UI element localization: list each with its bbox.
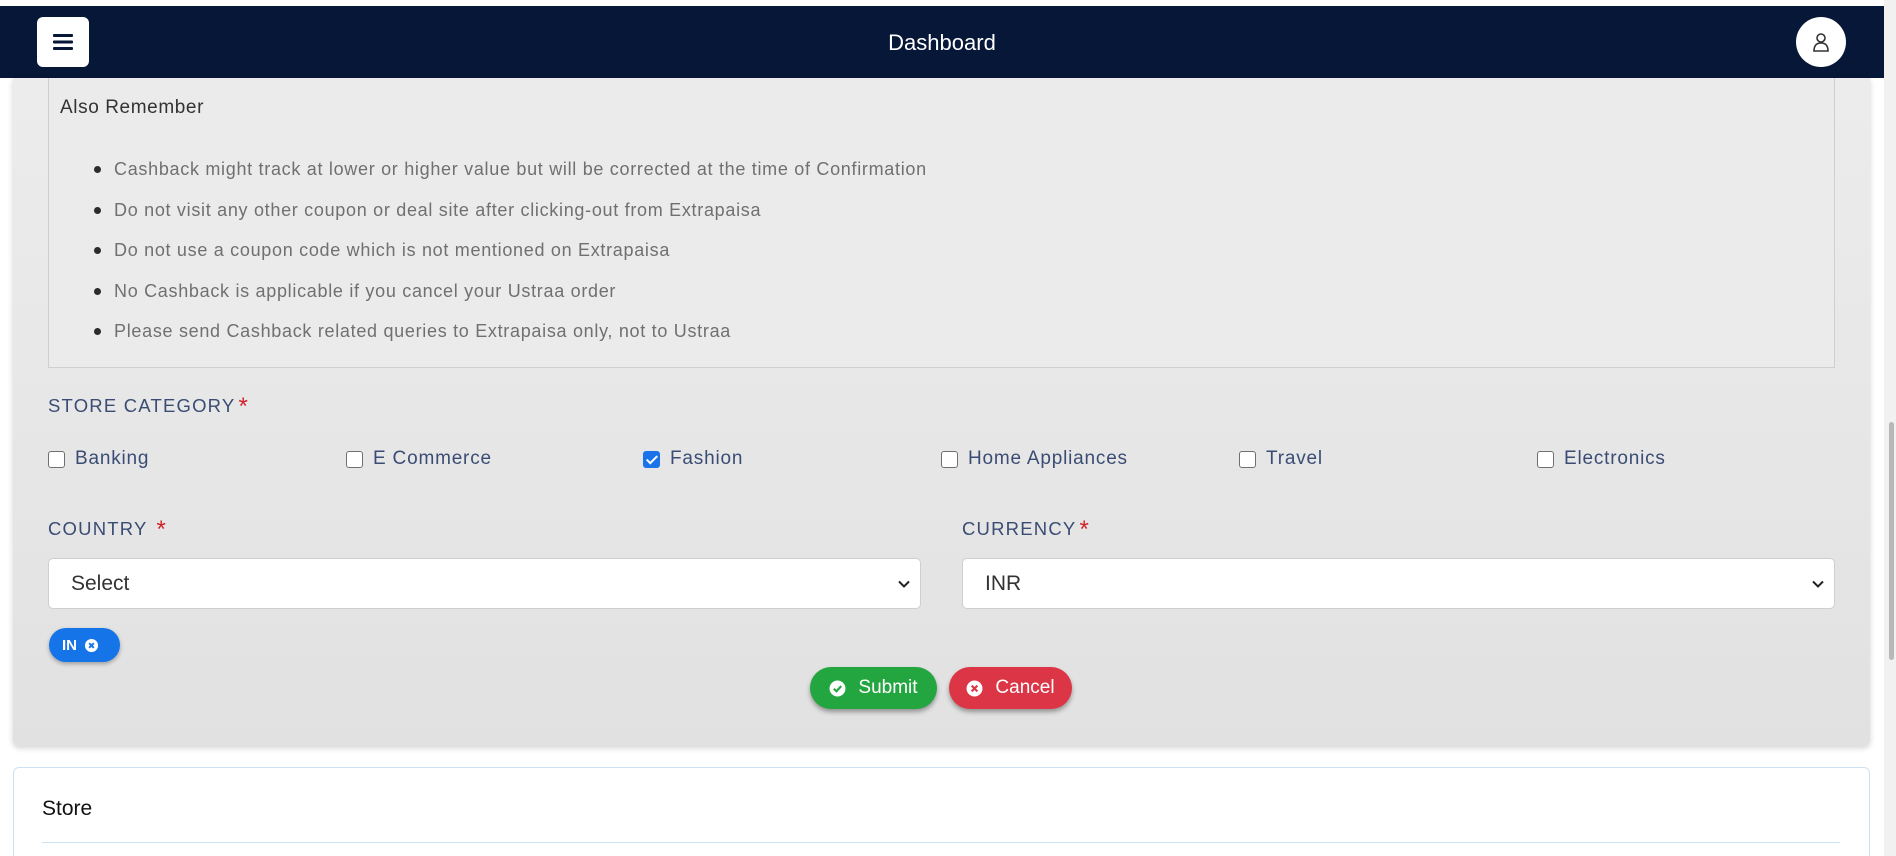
remember-title: Also Remember (60, 97, 205, 118)
checkbox-home-appliances[interactable]: Home Appliances (941, 448, 1128, 470)
chevron-down-icon (1812, 580, 1824, 588)
x-circle-icon[interactable] (84, 638, 99, 653)
checkbox-label: E Commerce (373, 448, 492, 469)
required-mark: * (1079, 516, 1090, 543)
submit-button[interactable]: Submit (810, 667, 937, 709)
checkbox-label: Banking (75, 448, 150, 469)
required-mark: * (156, 516, 168, 543)
user-icon (1813, 33, 1829, 52)
country-select[interactable]: Select (48, 558, 921, 609)
checkbox-box[interactable] (346, 450, 363, 468)
chip-label: IN (62, 636, 77, 654)
x-circle-icon (966, 680, 983, 696)
currency-select-value: INR (985, 572, 1022, 595)
checkbox-label: Electronics (1564, 448, 1666, 469)
remember-item: Do not visit any other coupon or deal si… (94, 195, 927, 236)
checkbox-box[interactable] (1537, 450, 1554, 468)
store-category-label-text: STORE CATEGORY (48, 395, 236, 416)
currency-label: CURRENCY * (962, 516, 1090, 544)
scrollbar-thumb[interactable] (1889, 422, 1894, 660)
country-select-value: Select (71, 572, 130, 595)
navbar: Dashboard (0, 6, 1884, 78)
checkbox-label: Travel (1266, 448, 1323, 469)
checkbox-electronics[interactable]: Electronics (1537, 448, 1666, 470)
currency-label-text: CURRENCY (962, 518, 1077, 539)
page-title: Dashboard (888, 30, 996, 55)
currency-select[interactable]: INR (962, 558, 1835, 609)
checkbox-label: Home Appliances (968, 448, 1128, 469)
country-label-text: COUNTRY (48, 518, 148, 539)
cancel-label: Cancel (995, 677, 1055, 698)
checkbox-box[interactable] (48, 450, 65, 468)
check-circle-icon (829, 680, 846, 696)
checkbox-box-checked[interactable] (643, 450, 660, 468)
checkbox-label: Fashion (670, 448, 744, 469)
remember-item: Please send Cashback related queries to … (94, 316, 927, 357)
store-category-label: STORE CATEGORY * (48, 393, 249, 421)
remember-item: No Cashback is applicable if you cancel … (94, 276, 927, 317)
country-chip[interactable]: IN (49, 628, 120, 662)
checkbox-banking[interactable]: Banking (48, 448, 149, 470)
checkbox-e-commerce[interactable]: E Commerce (346, 448, 492, 470)
required-mark: * (238, 393, 249, 420)
remember-item: Cashback might track at lower or higher … (94, 154, 927, 195)
checkbox-box[interactable] (941, 450, 958, 468)
user-avatar-button[interactable] (1796, 17, 1846, 67)
divider (42, 842, 1840, 843)
remember-list: Cashback might track at lower or higher … (94, 154, 927, 357)
chevron-down-icon (898, 580, 910, 588)
cancel-button[interactable]: Cancel (949, 667, 1072, 709)
country-label: COUNTRY * (48, 516, 167, 544)
store-title: Store (42, 797, 93, 820)
checkbox-box[interactable] (1239, 450, 1256, 468)
checkbox-travel[interactable]: Travel (1239, 448, 1323, 470)
checkbox-fashion[interactable]: Fashion (643, 448, 743, 470)
submit-label: Submit (858, 677, 918, 698)
remember-item: Do not use a coupon code which is not me… (94, 235, 927, 276)
